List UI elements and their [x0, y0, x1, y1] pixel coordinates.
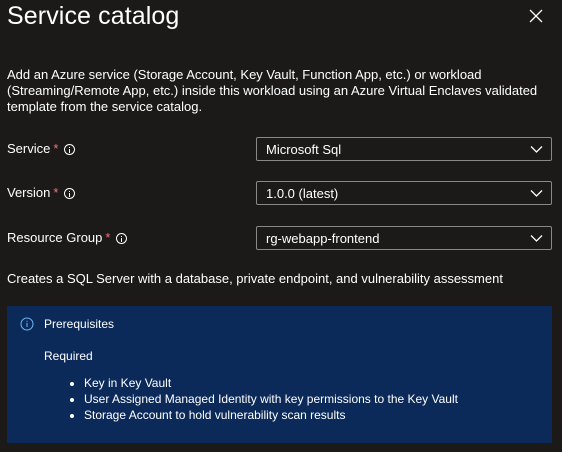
required-marker: *: [53, 185, 59, 200]
prerequisites-infobox: Prerequisites Required Key in Key Vault …: [7, 306, 552, 443]
list-item: Storage Account to hold vulnerability sc…: [84, 407, 458, 423]
service-dropdown[interactable]: Microsoft Sql: [256, 137, 552, 161]
service-catalog-panel: Service catalog Add an Azure service (St…: [0, 0, 562, 452]
service-label: Service: [7, 141, 51, 156]
service-description-note: Creates a SQL Server with a database, pr…: [7, 271, 503, 286]
version-dropdown[interactable]: 1.0.0 (latest): [256, 181, 552, 205]
resource-group-dropdown[interactable]: rg-webapp-frontend: [256, 226, 552, 250]
chevron-down-icon: [530, 235, 543, 242]
chevron-down-icon: [530, 190, 543, 197]
chevron-down-icon: [530, 146, 543, 153]
info-icon[interactable]: [64, 187, 76, 199]
page-title: Service catalog: [7, 2, 180, 30]
resource-group-row: Resource Group * rg-webapp-frontend: [7, 226, 552, 250]
info-circle-icon: [20, 317, 34, 331]
prerequisites-list: Key in Key Vault User Assigned Managed I…: [66, 375, 458, 423]
info-icon[interactable]: [116, 232, 128, 244]
service-row: Service * Microsoft Sql: [7, 137, 552, 161]
prerequisites-subtitle: Required: [44, 349, 93, 363]
resource-group-label: Resource Group: [7, 230, 103, 245]
version-label: Version: [7, 185, 51, 200]
version-row: Version * 1.0.0 (latest): [7, 181, 552, 205]
resource-group-label-group: Resource Group *: [7, 230, 128, 246]
info-icon[interactable]: [64, 143, 76, 155]
close-icon[interactable]: [528, 8, 544, 24]
service-dropdown-value: Microsoft Sql: [266, 142, 342, 157]
required-marker: *: [53, 141, 59, 156]
list-item: Key in Key Vault: [84, 375, 458, 391]
required-marker: *: [105, 230, 111, 245]
service-label-group: Service *: [7, 141, 76, 157]
list-item: User Assigned Managed Identity with key …: [84, 391, 458, 407]
version-dropdown-value: 1.0.0 (latest): [266, 186, 339, 201]
resource-group-dropdown-value: rg-webapp-frontend: [266, 231, 380, 246]
prerequisites-title: Prerequisites: [44, 317, 115, 331]
panel-description: Add an Azure service (Storage Account, K…: [7, 67, 538, 114]
version-label-group: Version *: [7, 185, 76, 201]
